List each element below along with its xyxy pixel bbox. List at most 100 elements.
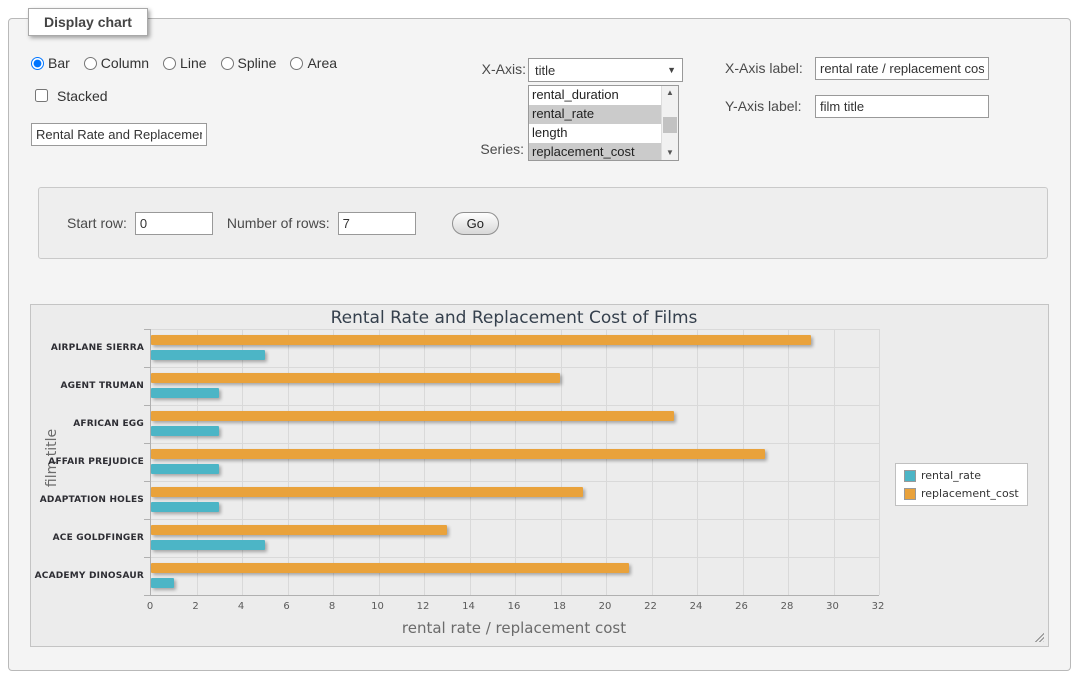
series-scrollbar[interactable]: ▲ ▼ xyxy=(661,86,678,160)
bar-replacement_cost[interactable] xyxy=(151,449,765,459)
chart-title-input[interactable] xyxy=(31,123,207,146)
stacked-checkbox[interactable] xyxy=(35,89,48,102)
category-gridline xyxy=(151,443,879,444)
chart-type-radio-line[interactable] xyxy=(163,57,176,70)
x-tick-label: 14 xyxy=(454,601,484,612)
x-tick-label: 8 xyxy=(317,601,347,612)
plot-area: AIRPLANE SIERRAAGENT TRUMANAFRICAN EGGAF… xyxy=(150,329,879,596)
gridline xyxy=(743,329,744,595)
gridline xyxy=(333,329,334,595)
num-rows-label: Number of rows: xyxy=(227,215,330,231)
bar-rental_rate[interactable] xyxy=(151,388,219,398)
gridline xyxy=(242,329,243,595)
y-axis-tick xyxy=(144,367,150,368)
chart-type-radio-area[interactable] xyxy=(290,57,303,70)
y-axis-label-label: Y-Axis label: xyxy=(725,98,802,114)
x-axis-label-input[interactable] xyxy=(815,57,989,80)
radio-label: Column xyxy=(101,55,149,71)
category-label: AIRPLANE SIERRA xyxy=(32,329,144,367)
x-tick-label: 0 xyxy=(135,601,165,612)
chart-type-column[interactable]: Column xyxy=(84,55,149,71)
x-tick-label: 16 xyxy=(499,601,529,612)
x-tick-label: 20 xyxy=(590,601,620,612)
x-tick-label: 18 xyxy=(545,601,575,612)
chart-type-radio-group: Bar Column Line Spline Area xyxy=(31,55,337,71)
gridline xyxy=(561,329,562,595)
legend-item-rental_rate[interactable]: rental_rate xyxy=(904,469,1019,482)
y-axis-tick xyxy=(144,519,150,520)
x-tick-label: 30 xyxy=(818,601,848,612)
category-label: ADAPTATION HOLES xyxy=(32,481,144,519)
x-tick-label: 22 xyxy=(636,601,666,612)
chart-type-radio-spline[interactable] xyxy=(221,57,234,70)
category-label: AFFAIR PREJUDICE xyxy=(32,443,144,481)
bar-rental_rate[interactable] xyxy=(151,540,265,550)
radio-label: Spline xyxy=(238,55,277,71)
page: Display chart Bar Column Line Spline Area St… xyxy=(0,0,1081,681)
x-tick-label: 24 xyxy=(681,601,711,612)
gridline xyxy=(379,329,380,595)
series-option-rental_rate[interactable]: rental_rate xyxy=(529,105,661,124)
bar-rental_rate[interactable] xyxy=(151,426,219,436)
fieldset-legend: Display chart xyxy=(28,8,148,36)
gridline xyxy=(515,329,516,595)
bar-rental_rate[interactable] xyxy=(151,502,219,512)
series-multiselect[interactable]: rental_durationrental_ratelengthreplacem… xyxy=(528,85,679,161)
bar-rental_rate[interactable] xyxy=(151,350,265,360)
go-button[interactable]: Go xyxy=(452,212,499,235)
y-axis-tick xyxy=(144,443,150,444)
category-gridline xyxy=(151,367,879,368)
num-rows-input[interactable] xyxy=(338,212,416,235)
category-gridline xyxy=(151,405,879,406)
bar-rental_rate[interactable] xyxy=(151,464,219,474)
bar-replacement_cost[interactable] xyxy=(151,373,560,383)
y-axis-tick xyxy=(144,557,150,558)
chart-type-spline[interactable]: Spline xyxy=(221,55,277,71)
series-option-length[interactable]: length xyxy=(529,124,661,143)
x-axis-label: X-Axis: xyxy=(481,61,526,77)
legend-item-replacement_cost[interactable]: replacement_cost xyxy=(904,487,1019,500)
legend-label: rental_rate xyxy=(921,469,981,482)
bar-replacement_cost[interactable] xyxy=(151,487,583,497)
series-option-rental_duration[interactable]: rental_duration xyxy=(529,86,661,105)
scrollbar-track[interactable] xyxy=(662,100,678,146)
chart-type-area[interactable]: Area xyxy=(290,55,337,71)
x-axis-select[interactable]: title ▼ xyxy=(528,58,683,82)
resize-grip[interactable] xyxy=(1033,631,1044,642)
chart-title: Rental Rate and Replacement Cost of Film… xyxy=(150,308,878,328)
chart-panel: Rental Rate and Replacement Cost of Film… xyxy=(30,304,1049,647)
scrollbar-thumb[interactable] xyxy=(663,117,677,134)
gridline xyxy=(470,329,471,595)
chart-type-radio-bar[interactable] xyxy=(31,57,44,70)
stacked-option[interactable]: Stacked xyxy=(31,86,108,105)
category-gridline xyxy=(151,481,879,482)
start-row-label: Start row: xyxy=(67,215,127,231)
x-tick-label: 10 xyxy=(363,601,393,612)
chart-type-line[interactable]: Line xyxy=(163,55,206,71)
chart-type-radio-column[interactable] xyxy=(84,57,97,70)
start-row-input[interactable] xyxy=(135,212,213,235)
legend-swatch xyxy=(904,470,916,482)
scrollbar-up-icon[interactable]: ▲ xyxy=(662,86,678,100)
category-gridline xyxy=(151,329,879,330)
stacked-label: Stacked xyxy=(57,88,108,104)
chart-legend: rental_rate replacement_cost xyxy=(895,463,1028,506)
y-axis-tick xyxy=(144,595,150,596)
bar-replacement_cost[interactable] xyxy=(151,335,811,345)
bar-replacement_cost[interactable] xyxy=(151,525,447,535)
x-axis-title: rental rate / replacement cost xyxy=(150,619,878,637)
x-axis-label-label: X-Axis label: xyxy=(725,60,803,76)
y-axis-tick xyxy=(144,481,150,482)
y-axis-tick xyxy=(144,405,150,406)
bar-replacement_cost[interactable] xyxy=(151,411,674,421)
category-label: AGENT TRUMAN xyxy=(32,367,144,405)
y-axis-label-input[interactable] xyxy=(815,95,989,118)
chart-type-bar[interactable]: Bar xyxy=(31,55,70,71)
legend-label: replacement_cost xyxy=(921,487,1019,500)
x-tick-label: 32 xyxy=(863,601,893,612)
series-option-replacement_cost[interactable]: replacement_cost xyxy=(529,143,661,160)
bar-rental_rate[interactable] xyxy=(151,578,174,588)
scrollbar-down-icon[interactable]: ▼ xyxy=(662,146,678,160)
gridline xyxy=(652,329,653,595)
bar-replacement_cost[interactable] xyxy=(151,563,629,573)
